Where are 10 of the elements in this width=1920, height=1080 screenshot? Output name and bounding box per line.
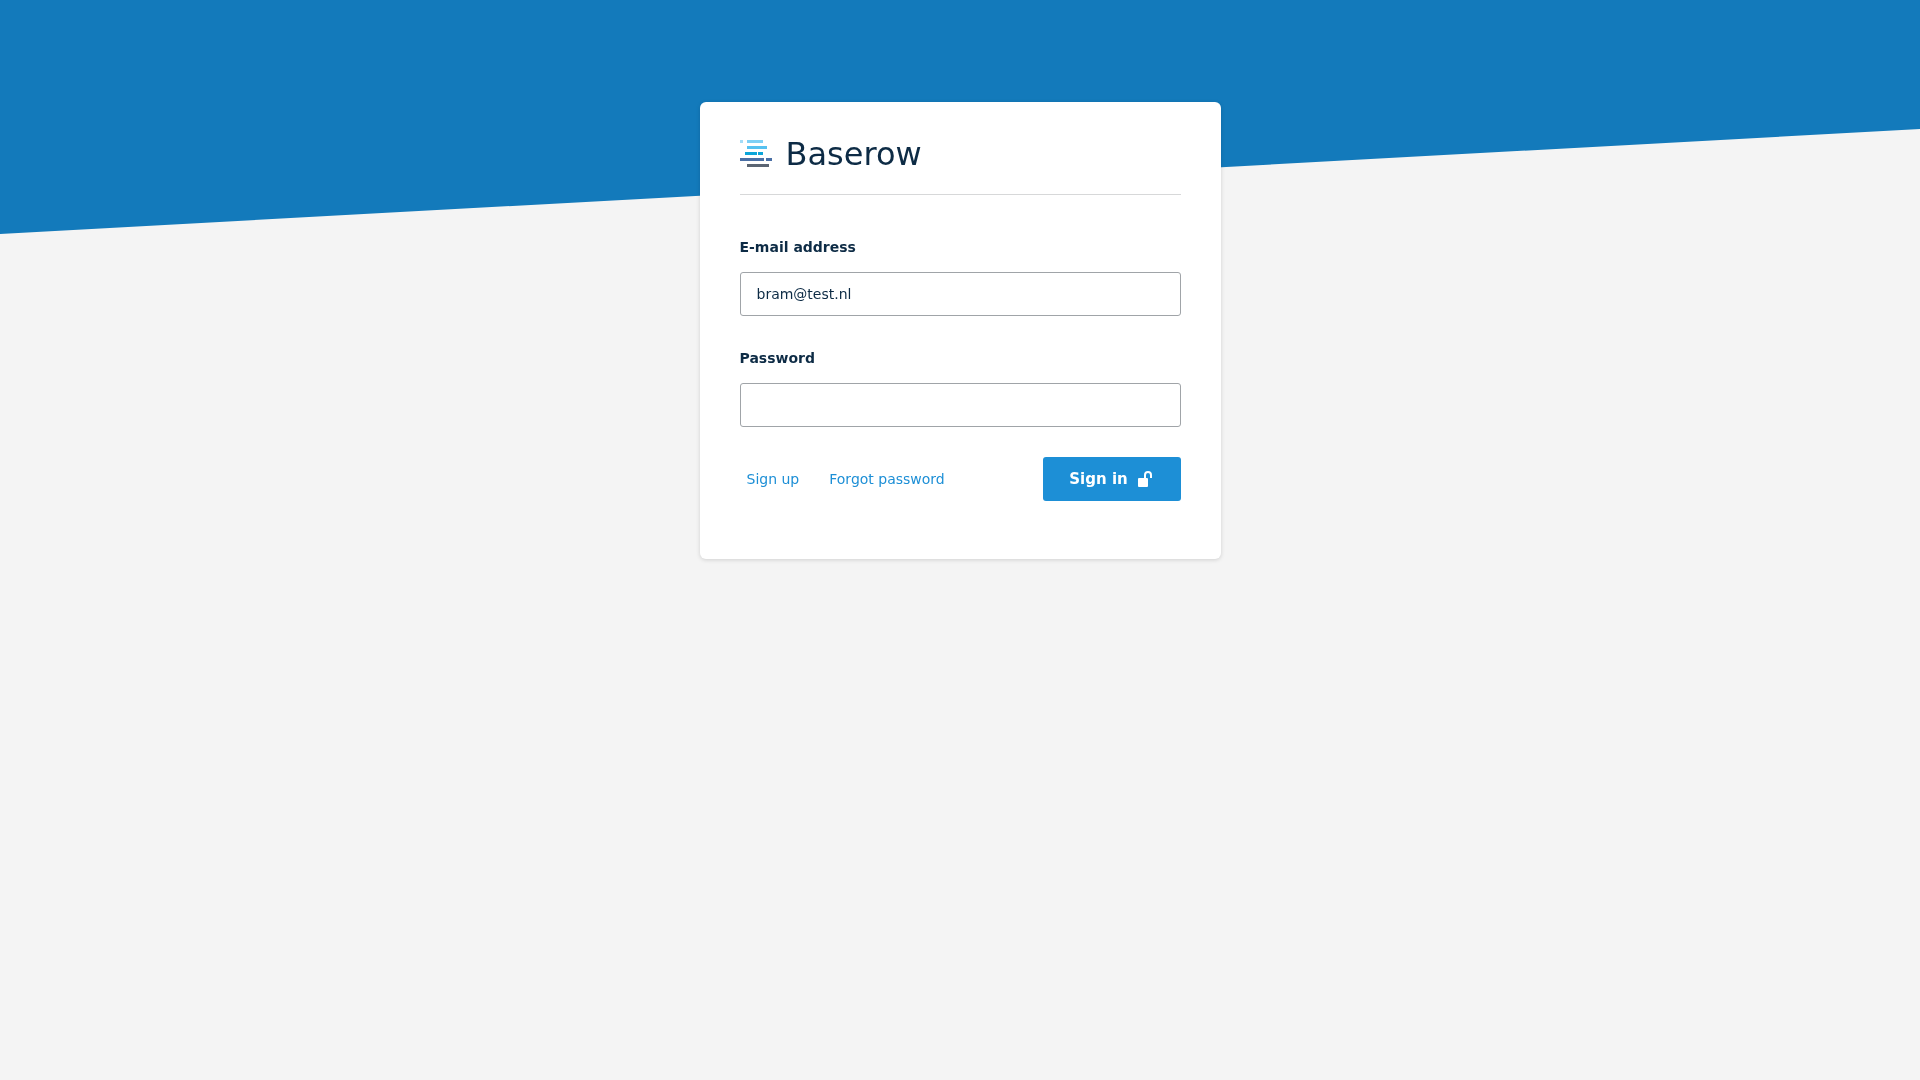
logo-icon — [739, 139, 772, 169]
sign-in-button[interactable]: Sign in — [1042, 457, 1181, 501]
email-field[interactable]: bram@test.nl — [739, 272, 1181, 316]
field-label: E-mail address — [739, 238, 856, 257]
unlock-icon — [1137, 471, 1154, 487]
field-label: Password — [739, 349, 815, 368]
password-field[interactable] — [739, 383, 1181, 427]
link[interactable]: Forgot password — [822, 468, 952, 490]
link[interactable]: Sign up — [739, 468, 807, 490]
logo-text: Baserow — [785, 138, 922, 170]
